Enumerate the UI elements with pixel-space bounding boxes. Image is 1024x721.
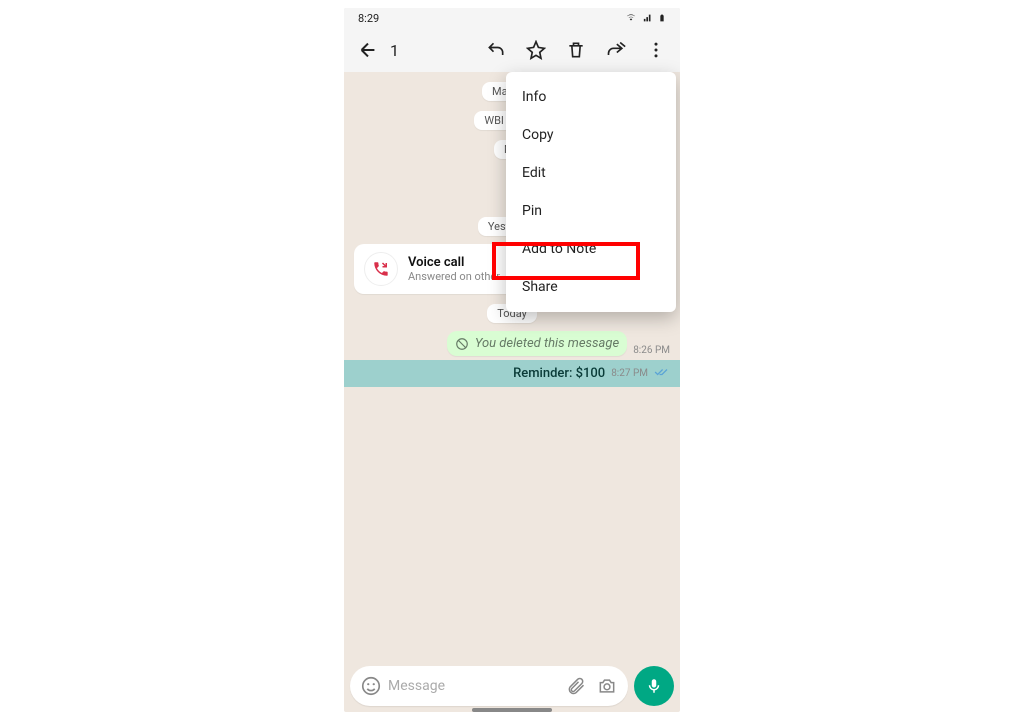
status-bar: 8:29	[344, 8, 680, 28]
message-placeholder: Message	[388, 678, 566, 694]
emoji-icon[interactable]	[360, 675, 382, 697]
message-input[interactable]: Message	[350, 666, 628, 706]
attach-icon[interactable]	[566, 676, 586, 696]
delete-button[interactable]	[556, 30, 596, 70]
nav-handle	[472, 708, 552, 712]
reply-button[interactable]	[476, 30, 516, 70]
back-button[interactable]	[348, 30, 388, 70]
blocked-icon	[455, 337, 469, 351]
menu-info[interactable]: Info	[506, 78, 676, 116]
call-missed-icon	[364, 252, 398, 286]
status-time: 8:29	[358, 12, 379, 25]
more-button[interactable]	[636, 30, 676, 70]
menu-copy[interactable]: Copy	[506, 116, 676, 154]
wifi-icon	[624, 13, 638, 23]
phone-frame: 8:29 1	[344, 8, 680, 712]
deleted-message-time: 8:26 PM	[633, 345, 670, 356]
signal-icon	[642, 13, 654, 23]
menu-pin[interactable]: Pin	[506, 192, 676, 230]
battery-icon	[658, 12, 666, 24]
menu-add-to-note[interactable]: Add to Note	[506, 230, 676, 268]
menu-share[interactable]: Share	[506, 268, 676, 306]
star-button[interactable]	[516, 30, 556, 70]
selection-toolbar: 1	[344, 28, 680, 72]
selection-count: 1	[390, 41, 399, 60]
menu-edit[interactable]: Edit	[506, 154, 676, 192]
call-subtitle: Answered on other	[408, 270, 500, 283]
selected-message-row[interactable]: Reminder: $100 8:27 PM	[344, 360, 680, 387]
input-bar: Message	[350, 666, 674, 706]
mic-button[interactable]	[634, 666, 674, 706]
selected-message-time: 8:27 PM	[611, 368, 648, 379]
deleted-message-text: You deleted this message	[475, 336, 619, 351]
context-menu: Info Copy Edit Pin Add to Note Share	[506, 72, 676, 312]
forward-button[interactable]	[596, 30, 636, 70]
call-title: Voice call	[408, 255, 500, 270]
deleted-message-row: You deleted this message 8:26 PM	[344, 331, 680, 356]
camera-icon[interactable]	[596, 676, 618, 696]
selected-message-text: Reminder: $100	[513, 364, 605, 383]
read-ticks-icon	[654, 367, 670, 380]
